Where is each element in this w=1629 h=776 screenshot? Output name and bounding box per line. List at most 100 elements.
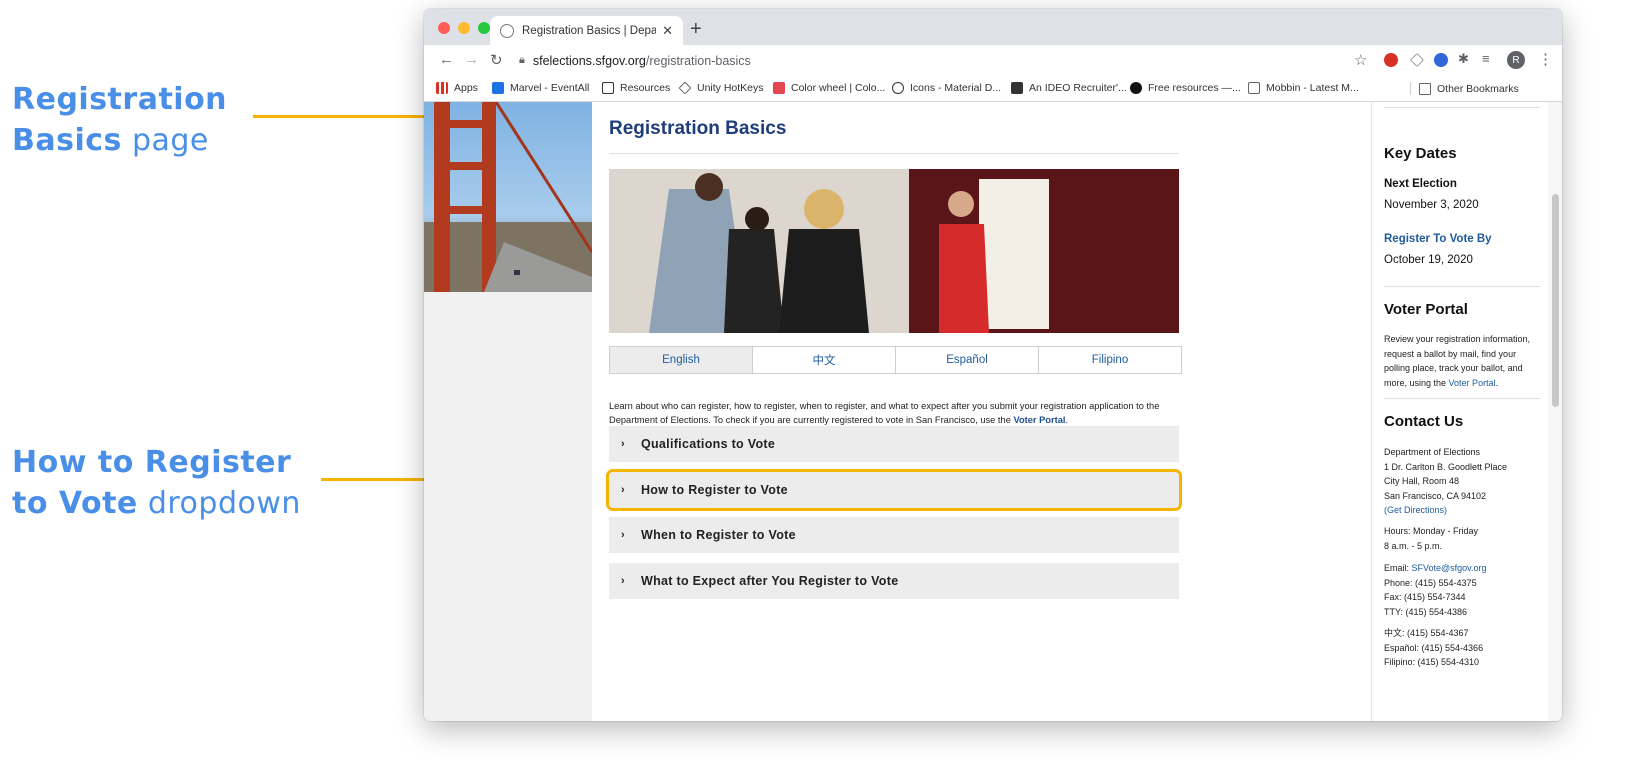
email-label: Email: [1384,563,1412,573]
reload-icon[interactable]: ↻ [490,51,503,69]
contact-hours: Hours: Monday - Friday 8 a.m. - 5 p.m. [1384,524,1544,553]
voter-portal-text: Review your registration information, re… [1384,334,1531,388]
seal-icon [500,23,514,38]
extension-icon[interactable] [1434,53,1448,67]
more-menu-icon[interactable]: ⋮ [1538,50,1553,68]
accordion-what-to-expect[interactable]: › What to Expect after You Register to V… [609,563,1179,599]
bookmark-label: Free resources —... [1148,82,1241,94]
url-path: /registration-basics [645,53,751,68]
intro-text: Learn about who can register, how to reg… [609,401,1160,425]
language-tabs: English 中文 Español Filipino [609,346,1182,374]
address-line: Department of Elections [1384,447,1481,457]
address-bar[interactable]: 🔒︎ sfelections.sfgov.org/registration-ba… [519,48,1399,73]
bookmark-label: Resources [620,82,671,94]
get-directions-link[interactable]: (Get Directions) [1384,505,1447,515]
sidebar-divider [1384,398,1540,399]
bookmark-unity[interactable]: Unity HotKeys [678,81,764,95]
bookmarks-divider [1410,82,1411,95]
marvel-icon [492,82,504,94]
back-icon[interactable]: ← [439,51,454,68]
contact-address: Department of Elections 1 Dr. Carlton B.… [1384,445,1544,518]
bookmarks-bar: Apps Marvel - EventAll Resources Unity H… [424,76,1562,102]
next-election-date: November 3, 2020 [1384,199,1479,211]
accordion-when-to-register[interactable]: › When to Register to Vote [609,517,1179,553]
bookmark-apps[interactable]: Apps [436,82,478,94]
bookmark-free-resources[interactable]: Free resources —... [1130,82,1241,94]
zoom-window-button[interactable] [478,22,490,34]
bookmark-label: Unity HotKeys [697,82,764,94]
forward-icon[interactable]: → [464,51,479,68]
contact-phones: Email: SFVote@sfgov.org Phone: (415) 554… [1384,561,1544,619]
new-tab-button[interactable]: + [690,18,702,41]
language-phone-line: 中文: (415) 554-4367 [1384,628,1469,638]
bookmark-label: Apps [454,82,478,94]
drive-icon[interactable] [1410,53,1424,67]
bookmark-marvel[interactable]: Marvel - EventAll [492,82,589,94]
scrollbar-thumb[interactable] [1552,194,1559,407]
bridge-illustration [424,102,592,292]
tab-english[interactable]: English [609,346,753,374]
window-controls [438,22,490,34]
main-content: Registration Basics English 中文 Español F… [592,102,1552,721]
close-window-button[interactable] [438,22,450,34]
annotation-light: page [131,123,209,158]
intro-paragraph: Learn about who can register, how to reg… [609,399,1174,427]
bookmark-label: Marvel - EventAll [510,82,590,94]
fax-line: Fax: (415) 554-7344 [1384,592,1466,602]
accordion-label: Qualifications to Vote [640,437,776,451]
accordion-how-to-register[interactable]: › How to Register to Vote [606,469,1182,511]
bookmark-other[interactable]: Other Bookmarks [1410,82,1519,95]
folder-icon [1419,82,1431,95]
bookmark-mobbin[interactable]: Mobbin - Latest M... [1248,82,1359,94]
page-scrollbar[interactable] [1548,102,1562,721]
accordion-label: What to Expect after You Register to Vot… [640,574,899,588]
tab-filipino[interactable]: Filipino [1038,346,1182,374]
phone-line: Phone: (415) 554-4375 [1384,577,1477,588]
minimize-window-button[interactable] [458,22,470,34]
voter-portal-title: Voter Portal [1384,301,1468,318]
profile-avatar[interactable]: R [1507,51,1525,69]
bookmark-label: Other Bookmarks [1437,82,1519,95]
sidebar-divider [1384,286,1540,287]
email-link[interactable]: SFVote@sfgov.org [1412,563,1487,573]
lock-icon: 🔒︎ [519,54,525,66]
title-divider [609,153,1179,154]
language-phone-line: Español: (415) 554-4366 [1384,642,1484,653]
sidebar-voter-portal-link[interactable]: Voter Portal [1449,378,1496,388]
annotation-bold-2: Basics [12,123,122,158]
golden-gate-bridge-image [424,102,592,292]
bookmark-label: Icons - Material D... [910,82,1002,94]
material-icon [892,82,904,94]
bookmark-color-wheel[interactable]: Color wheel | Colo... [773,82,885,94]
voter-portal-link[interactable]: Voter Portal [1013,415,1065,425]
bookmark-icons-material[interactable]: Icons - Material D... [892,82,1001,94]
chevron-right-icon: › [621,484,625,496]
annotation-bold-1: How to Register [12,445,292,480]
tab-title: Registration Basics | Departme [522,24,657,37]
annotation-bold-2: to Vote [12,486,138,521]
bookmark-ideo[interactable]: An IDEO Recruiter'... [1011,82,1127,94]
browser-toolbar: ← → ↻ 🔒︎ sfelections.sfgov.org/registrat… [424,45,1562,76]
page-title: Registration Basics [609,118,787,139]
browser-window: Registration Basics | Departme ✕ + ← → ↻… [424,9,1562,721]
annotation-bold-1: Registration [12,82,228,117]
bookmark-label: An IDEO Recruiter'... [1029,82,1127,94]
address-line: San Francisco, CA 94102 [1384,490,1487,501]
bookmark-star-icon[interactable]: ☆ [1354,51,1367,69]
reading-list-icon[interactable]: ≡ [1482,51,1490,66]
accordion-qualifications[interactable]: › Qualifications to Vote [609,426,1179,462]
extension-icon[interactable] [1384,53,1398,67]
language-phone-line: Filipino: (415) 554-4310 [1384,657,1480,667]
hours-line: Hours: Monday - Friday [1384,526,1479,536]
apps-grid-icon [436,82,448,94]
bookmark-resources[interactable]: Resources [602,82,670,94]
page-viewport: Registration Basics English 中文 Español F… [424,102,1562,721]
puzzle-icon[interactable]: ✱ [1458,51,1469,67]
bookmark-label: Color wheel | Colo... [791,82,886,94]
accordion-label: How to Register to Vote [640,483,788,497]
browser-tab[interactable]: Registration Basics | Departme ✕ [490,16,683,45]
tab-chinese[interactable]: 中文 [752,346,896,374]
key-dates-title: Key Dates [1384,145,1457,162]
tab-spanish[interactable]: Español [895,346,1039,374]
close-tab-icon[interactable]: ✕ [662,23,673,39]
